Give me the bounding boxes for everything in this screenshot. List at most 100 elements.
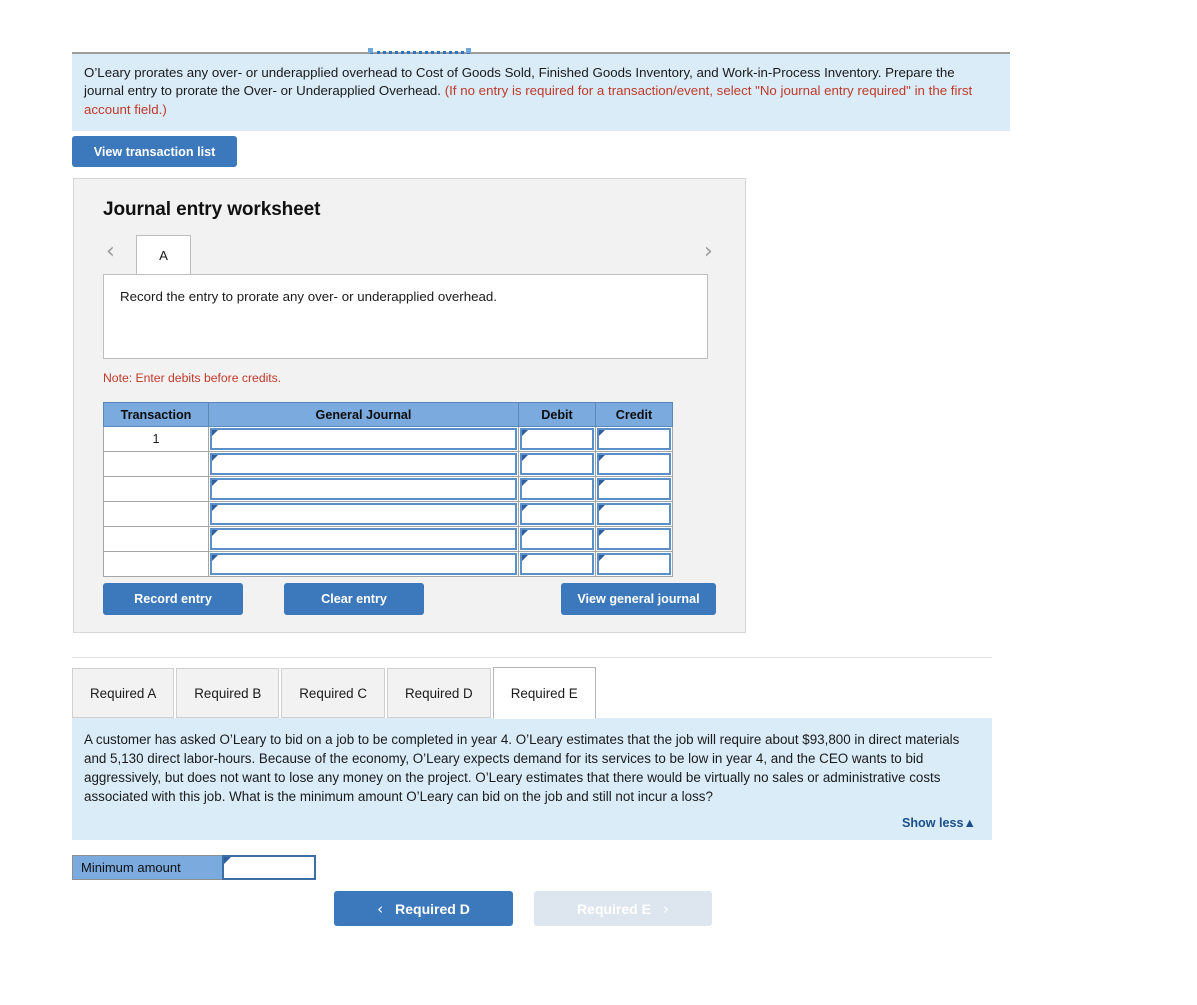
prev-required-d-button[interactable]: ‹ Required D bbox=[334, 891, 513, 926]
prev-required-d-label: Required D bbox=[395, 900, 470, 917]
debit-input-3[interactable] bbox=[522, 505, 592, 523]
cell-general-journal[interactable] bbox=[208, 426, 519, 452]
cell-transaction bbox=[103, 526, 209, 552]
tab-required-d[interactable]: Required D bbox=[387, 668, 491, 718]
question-panel: A customer has asked O’Leary to bid on a… bbox=[72, 718, 992, 841]
journal-entry-table: Transaction General Journal Debit Credit… bbox=[103, 402, 673, 577]
top-cutoff-marker-right bbox=[466, 48, 471, 53]
cell-general-journal[interactable] bbox=[208, 526, 519, 552]
minimum-amount-label: Minimum amount bbox=[73, 856, 223, 879]
cell-transaction bbox=[103, 501, 209, 527]
cell-transaction bbox=[103, 476, 209, 502]
credit-field-1[interactable] bbox=[597, 453, 671, 475]
worksheet-title: Journal entry worksheet bbox=[103, 199, 321, 220]
general-journal-select-1[interactable] bbox=[210, 453, 517, 475]
general-journal-select-3[interactable] bbox=[210, 503, 517, 525]
general-journal-input-2[interactable] bbox=[212, 480, 515, 498]
record-entry-button[interactable]: Record entry bbox=[103, 583, 243, 615]
journal-entry-worksheet-panel: Journal entry worksheet ‹ › A Record the… bbox=[73, 178, 746, 633]
column-header-credit: Credit bbox=[595, 402, 673, 427]
required-tabs: Required A Required B Required C Require… bbox=[72, 667, 598, 719]
tab-required-a[interactable]: Required A bbox=[72, 668, 175, 718]
cell-credit[interactable] bbox=[595, 501, 673, 527]
clear-entry-button[interactable]: Clear entry bbox=[284, 583, 424, 615]
cell-debit[interactable] bbox=[518, 451, 596, 477]
general-journal-select-5[interactable] bbox=[210, 553, 517, 575]
general-journal-select-4[interactable] bbox=[210, 528, 517, 550]
table-row: 1 bbox=[103, 426, 673, 452]
credit-input-1[interactable] bbox=[599, 455, 669, 473]
general-journal-select-0[interactable] bbox=[210, 428, 517, 450]
credit-input-4[interactable] bbox=[599, 530, 669, 548]
cell-general-journal[interactable] bbox=[208, 501, 519, 527]
credit-input-5[interactable] bbox=[599, 555, 669, 573]
cell-transaction bbox=[103, 551, 209, 577]
debit-input-5[interactable] bbox=[522, 555, 592, 573]
view-general-journal-button[interactable]: View general journal bbox=[561, 583, 716, 615]
cell-debit[interactable] bbox=[518, 426, 596, 452]
table-row bbox=[103, 526, 673, 552]
credit-input-0[interactable] bbox=[599, 430, 669, 448]
bottom-navigation: ‹ Required D Required E › bbox=[334, 891, 712, 926]
credit-field-2[interactable] bbox=[597, 478, 671, 500]
debit-field-2[interactable] bbox=[520, 478, 594, 500]
debit-field-4[interactable] bbox=[520, 528, 594, 550]
general-journal-input-0[interactable] bbox=[212, 430, 515, 448]
top-cutoff-marker-left bbox=[368, 48, 373, 53]
cell-transaction bbox=[103, 451, 209, 477]
credit-field-0[interactable] bbox=[597, 428, 671, 450]
credit-input-3[interactable] bbox=[599, 505, 669, 523]
debit-input-1[interactable] bbox=[522, 455, 592, 473]
tab-required-e[interactable]: Required E bbox=[492, 667, 596, 719]
cell-general-journal[interactable] bbox=[208, 451, 519, 477]
worksheet-description: Record the entry to prorate any over- or… bbox=[103, 274, 708, 359]
tabs-separator bbox=[72, 657, 992, 658]
debit-field-3[interactable] bbox=[520, 503, 594, 525]
general-journal-input-5[interactable] bbox=[212, 555, 515, 573]
minimum-amount-field[interactable] bbox=[222, 855, 316, 880]
column-header-transaction: Transaction bbox=[103, 402, 209, 427]
cell-credit[interactable] bbox=[595, 551, 673, 577]
tab-required-c[interactable]: Required C bbox=[281, 668, 385, 718]
table-row bbox=[103, 551, 673, 577]
show-less-toggle[interactable]: Show less▲ bbox=[84, 806, 978, 834]
general-journal-input-3[interactable] bbox=[212, 505, 515, 523]
next-required-e-label: Required E bbox=[577, 900, 651, 917]
worksheet-tab-a[interactable]: A bbox=[136, 235, 191, 274]
cell-credit[interactable] bbox=[595, 526, 673, 552]
cell-transaction: 1 bbox=[103, 426, 209, 452]
tab-required-b[interactable]: Required B bbox=[176, 668, 280, 718]
cell-debit[interactable] bbox=[518, 551, 596, 577]
next-required-e-button: Required E › bbox=[534, 891, 712, 926]
cell-general-journal[interactable] bbox=[208, 551, 519, 577]
table-header-row: Transaction General Journal Debit Credit bbox=[103, 402, 673, 427]
cell-debit[interactable] bbox=[518, 476, 596, 502]
chevron-right-icon[interactable]: › bbox=[704, 241, 713, 263]
cell-credit[interactable] bbox=[595, 426, 673, 452]
cell-credit[interactable] bbox=[595, 476, 673, 502]
debit-input-4[interactable] bbox=[522, 530, 592, 548]
debit-field-0[interactable] bbox=[520, 428, 594, 450]
cell-debit[interactable] bbox=[518, 526, 596, 552]
minimum-amount-input[interactable] bbox=[224, 857, 314, 878]
general-journal-input-4[interactable] bbox=[212, 530, 515, 548]
credit-field-3[interactable] bbox=[597, 503, 671, 525]
chevron-left-icon: ‹ bbox=[377, 899, 384, 918]
cell-credit[interactable] bbox=[595, 451, 673, 477]
worksheet-note: Note: Enter debits before credits. bbox=[103, 371, 282, 385]
credit-field-4[interactable] bbox=[597, 528, 671, 550]
debit-input-0[interactable] bbox=[522, 430, 592, 448]
cell-debit[interactable] bbox=[518, 501, 596, 527]
table-row bbox=[103, 451, 673, 477]
debit-input-2[interactable] bbox=[522, 480, 592, 498]
column-header-debit: Debit bbox=[518, 402, 596, 427]
view-transaction-list-button[interactable]: View transaction list bbox=[72, 136, 237, 167]
credit-input-2[interactable] bbox=[599, 480, 669, 498]
chevron-left-icon[interactable]: ‹ bbox=[106, 241, 115, 263]
debit-field-5[interactable] bbox=[520, 553, 594, 575]
general-journal-select-2[interactable] bbox=[210, 478, 517, 500]
credit-field-5[interactable] bbox=[597, 553, 671, 575]
debit-field-1[interactable] bbox=[520, 453, 594, 475]
general-journal-input-1[interactable] bbox=[212, 455, 515, 473]
cell-general-journal[interactable] bbox=[208, 476, 519, 502]
